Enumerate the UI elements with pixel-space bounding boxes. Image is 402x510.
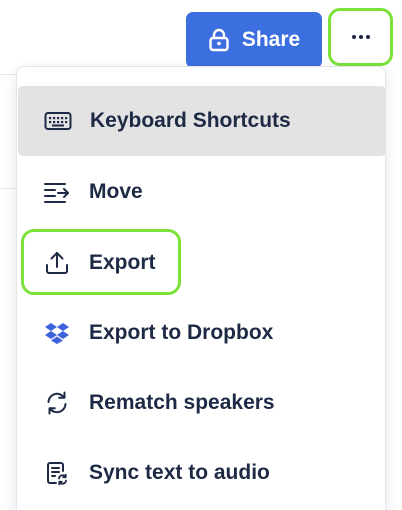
background-divider xyxy=(0,188,16,189)
menu-item-keyboard-shortcuts[interactable]: Keyboard Shortcuts xyxy=(18,86,386,156)
share-button[interactable]: Share xyxy=(186,12,322,68)
menu-item-label: Rematch speakers xyxy=(89,391,275,414)
more-options-button[interactable] xyxy=(328,8,393,66)
menu-item-rematch-speakers[interactable]: Rematch speakers xyxy=(17,368,387,438)
keyboard-icon xyxy=(43,106,73,136)
menu-item-label: Keyboard Shortcuts xyxy=(90,109,291,132)
menu-item-label: Export to Dropbox xyxy=(89,321,274,344)
menu-item-sync-text-to-audio[interactable]: Sync text to audio xyxy=(17,438,387,508)
editor-view: Share Keyboard Shortcuts Move Export Exp… xyxy=(0,0,402,510)
export-icon xyxy=(42,248,72,278)
menu-item-label: Export xyxy=(89,251,156,274)
menu-item-export-to-dropbox[interactable]: Export to Dropbox xyxy=(17,298,387,368)
menu-item-export[interactable]: Export xyxy=(17,228,387,298)
more-options-menu: Keyboard Shortcuts Move Export Export to… xyxy=(16,66,386,510)
more-horizontal-icon xyxy=(351,35,370,39)
refresh-icon xyxy=(42,388,72,418)
menu-item-label: Sync text to audio xyxy=(89,461,270,484)
menu-item-label: Move xyxy=(89,180,143,203)
dropbox-icon xyxy=(42,318,72,348)
move-icon xyxy=(42,177,72,207)
sync-document-icon xyxy=(42,458,72,488)
menu-item-move[interactable]: Move xyxy=(17,157,387,227)
lock-icon xyxy=(208,28,230,52)
share-label: Share xyxy=(241,28,301,51)
background-divider xyxy=(0,74,16,75)
